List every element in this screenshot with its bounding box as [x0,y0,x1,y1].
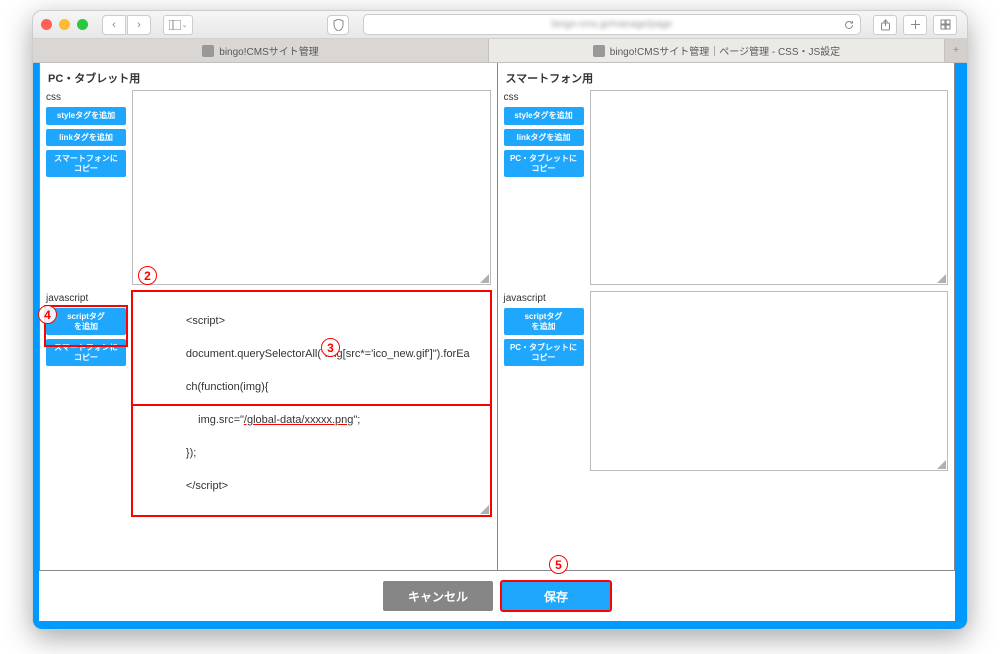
pc-css-textarea[interactable] [132,90,491,285]
pc-js-textarea[interactable]: <script> document.querySelectorAll("img[… [132,291,491,516]
add-script-tag-button[interactable]: scriptタグ を追加 [46,308,126,335]
add-style-tag-button[interactable]: styleタグを追加 [504,107,584,125]
underlined-path: /global-data/xxxxx.png [244,414,353,426]
cancel-button[interactable]: キャンセル [383,581,493,611]
add-link-tag-button[interactable]: linkタグを追加 [46,129,126,147]
tab-favicon-icon [593,45,605,57]
section-label: css [504,90,579,103]
sp-js-section: javascript scriptタグ を追加 PC・タブレットに コピー [504,291,949,471]
copy-to-smartphone-button[interactable]: スマートフォンに コピー [46,339,126,366]
column-pc-tablet: PC・タブレット用 css styleタグを追加 linkタグを追加 スマートフ… [39,63,497,571]
tab-favicon-icon [202,45,214,57]
resize-grip-icon[interactable] [480,505,489,514]
section-label: javascript [504,291,579,304]
back-button[interactable]: ‹ [102,15,126,35]
app-content: PC・タブレット用 css styleタグを追加 linkタグを追加 スマートフ… [39,63,955,621]
add-link-tag-button[interactable]: linkタグを追加 [504,129,584,147]
footer: 5 キャンセル 保存 [39,571,955,621]
reload-icon[interactable] [844,20,854,30]
section-label: javascript [46,291,121,304]
copy-to-pc-tablet-button[interactable]: PC・タブレットに コピー [504,339,584,366]
add-style-tag-button[interactable]: styleタグを追加 [46,107,126,125]
section-label: css [46,90,121,103]
traffic-lights [41,19,88,30]
resize-grip-icon[interactable] [937,274,946,283]
maximize-window-button[interactable] [77,19,88,30]
main-columns: PC・タブレット用 css styleタグを追加 linkタグを追加 スマートフ… [39,63,955,571]
app-frame: PC・タブレット用 css styleタグを追加 linkタグを追加 スマートフ… [33,63,967,629]
pc-js-section: 2 javascript 4 scriptタグ を追加 スマートフォンに コピー [46,291,491,516]
save-button[interactable]: 保存 [501,581,611,611]
forward-button[interactable]: › [127,15,151,35]
code-content: <script> document.querySelectorAll("img[… [137,296,486,511]
resize-grip-icon[interactable] [480,274,489,283]
tab-label: bingo!CMSサイト管理｜ページ管理 - CSS・JS設定 [610,43,840,58]
new-tab-icon[interactable] [903,15,927,35]
tab-css-js-settings[interactable]: bingo!CMSサイト管理｜ページ管理 - CSS・JS設定 [489,39,945,62]
sp-js-textarea[interactable] [590,291,949,471]
column-title: PC・タブレット用 [46,67,491,90]
titlebar: ‹ › ⌄ bingo-cms.jp/manage/page [33,11,967,39]
share-icon[interactable] [873,15,897,35]
sidebar-toggle-button[interactable]: ⌄ [163,15,193,35]
close-window-button[interactable] [41,19,52,30]
add-script-tag-button[interactable]: scriptタグ を追加 [504,308,584,335]
tab-label: bingo!CMSサイト管理 [219,43,318,58]
privacy-shield-icon[interactable] [327,15,349,35]
pc-css-section: css styleタグを追加 linkタグを追加 スマートフォンに コピー [46,90,491,285]
copy-to-pc-tablet-button[interactable]: PC・タブレットに コピー [504,150,584,177]
minimize-window-button[interactable] [59,19,70,30]
browser-window: ‹ › ⌄ bingo-cms.jp/manage/page [32,10,968,630]
nav-buttons: ‹ › [102,15,153,35]
copy-to-smartphone-button[interactable]: スマートフォンに コピー [46,150,126,177]
tab-bar: bingo!CMSサイト管理 bingo!CMSサイト管理｜ページ管理 - CS… [33,39,967,63]
new-tab-button[interactable]: + [945,39,967,62]
sp-css-section: css styleタグを追加 linkタグを追加 PC・タブレットに コピー [504,90,949,285]
url-bar[interactable]: bingo-cms.jp/manage/page [363,14,861,35]
right-tools [873,15,959,35]
tab-cms-manage[interactable]: bingo!CMSサイト管理 [33,39,489,62]
column-smartphone: スマートフォン用 css styleタグを追加 linkタグを追加 PC・タブレ… [497,63,956,571]
tabs-overview-icon[interactable] [933,15,957,35]
sp-css-textarea[interactable] [590,90,949,285]
resize-grip-icon[interactable] [937,460,946,469]
column-title: スマートフォン用 [504,67,949,90]
